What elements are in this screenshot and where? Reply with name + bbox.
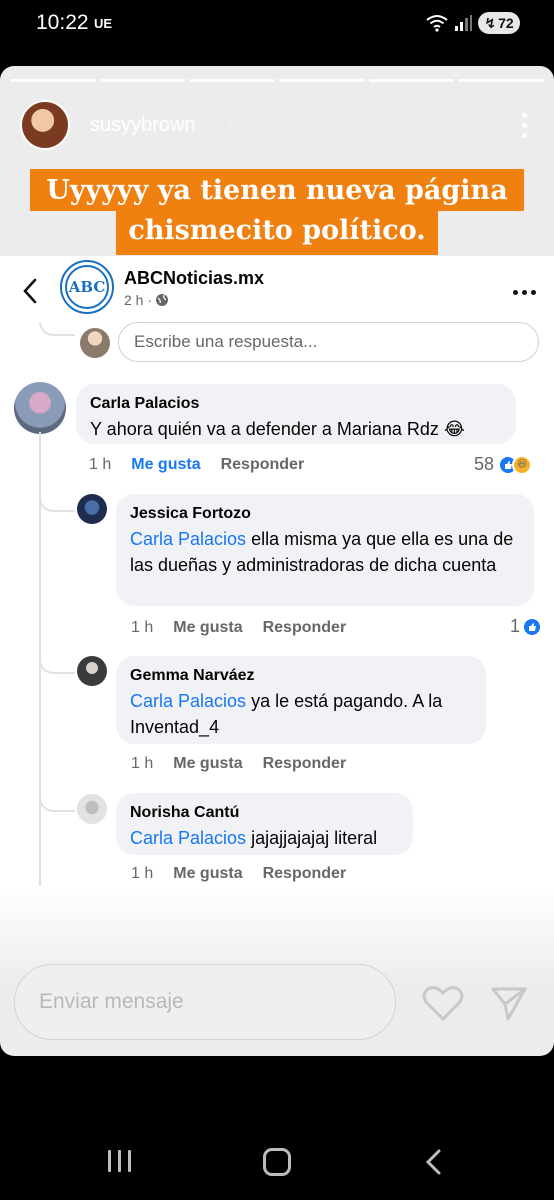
thread-line bbox=[39, 492, 41, 886]
current-user-avatar bbox=[80, 328, 110, 358]
story-username[interactable]: susyybrown bbox=[90, 114, 196, 137]
heart-icon[interactable] bbox=[422, 984, 464, 1022]
progress-segment bbox=[279, 79, 365, 82]
banner-line-2: chismecito político. bbox=[116, 211, 438, 255]
signal-icon bbox=[455, 15, 472, 31]
page-name[interactable]: ABCNoticias.mx bbox=[124, 268, 264, 289]
avatar[interactable] bbox=[77, 656, 107, 686]
like-reaction-icon bbox=[522, 616, 543, 637]
shared-screenshot: ABC ABCNoticias.mx 2 h · Escribe una res… bbox=[0, 256, 554, 892]
home-icon[interactable] bbox=[263, 1148, 291, 1176]
like-button[interactable]: Me gusta bbox=[173, 619, 242, 637]
comment-author[interactable]: Jessica Fortozo bbox=[130, 504, 520, 524]
battery-level: 72 bbox=[498, 15, 514, 31]
comment-body: jajajjajajaj literal bbox=[246, 828, 378, 848]
avatar[interactable] bbox=[77, 494, 107, 524]
progress-segment bbox=[10, 79, 96, 82]
thread-connector bbox=[39, 792, 75, 812]
charging-icon: ↯ bbox=[484, 14, 497, 31]
avatar[interactable] bbox=[77, 794, 107, 824]
avatar[interactable] bbox=[14, 382, 66, 434]
banner-line-1: Uyyyyy ya tienen nueva página bbox=[30, 169, 524, 211]
comment-author[interactable]: Norisha Cantú bbox=[130, 803, 399, 823]
comment-text: Carla Palacios ya le está pagando. A la … bbox=[130, 688, 472, 740]
comment-text: Carla Palacios jajajjajajaj literal bbox=[130, 825, 399, 851]
progress-segment bbox=[189, 79, 276, 82]
more-options-icon[interactable] bbox=[514, 112, 534, 138]
comment-time: 1 h bbox=[131, 865, 154, 882]
reply-button[interactable]: Responder bbox=[263, 865, 347, 883]
status-time: 10:22 bbox=[36, 11, 89, 34]
status-bar: 10:22 UE ↯ 72 bbox=[0, 0, 554, 50]
page-logo-text: ABC bbox=[65, 265, 109, 309]
comment-actions: 1 h Me gusta Responder bbox=[131, 865, 346, 883]
comment-bubble: Norisha Cantú Carla Palacios jajajjajaja… bbox=[116, 793, 413, 855]
story-time: 11 h bbox=[209, 113, 248, 136]
comment-bubble: Gemma Narváez Carla Palacios ya le está … bbox=[116, 656, 486, 744]
comment-actions: 1 h Me gusta Responder bbox=[131, 755, 346, 773]
post-meta: 2 h · bbox=[124, 292, 169, 308]
comment-text: Carla Palacios ella misma ya que ella es… bbox=[130, 526, 520, 578]
thread-line bbox=[39, 432, 41, 492]
reaction-count: 58 bbox=[474, 454, 495, 474]
comment-time: 1 h bbox=[89, 456, 112, 473]
system-nav-bar bbox=[0, 1120, 554, 1200]
mention-link[interactable]: Carla Palacios bbox=[130, 828, 246, 848]
message-input[interactable]: Enviar mensaje bbox=[14, 964, 396, 1040]
comment-bubble: Jessica Fortozo Carla Palacios ella mism… bbox=[116, 494, 534, 606]
comment-author[interactable]: Gemma Narváez bbox=[130, 666, 472, 686]
reply-button[interactable]: Responder bbox=[263, 755, 347, 773]
like-button[interactable]: Me gusta bbox=[131, 456, 200, 474]
reply-button[interactable]: Responder bbox=[221, 456, 305, 474]
back-icon[interactable] bbox=[422, 1148, 444, 1176]
post-time: 2 h · bbox=[124, 292, 153, 308]
wifi-icon bbox=[426, 15, 448, 32]
story-card[interactable]: susyybrown 11 h Uyyyyy ya tienen nueva p… bbox=[0, 66, 554, 1056]
comment-time: 1 h bbox=[131, 755, 154, 772]
story-header: susyybrown 11 h bbox=[20, 98, 534, 152]
thread-connector bbox=[39, 322, 75, 336]
haha-reaction-icon: 😆 bbox=[512, 454, 533, 475]
reaction-count: 1 bbox=[510, 616, 521, 636]
battery-indicator: ↯ 72 bbox=[478, 12, 520, 34]
progress-segment bbox=[99, 79, 186, 82]
chevron-left-icon[interactable] bbox=[20, 276, 40, 306]
comment-text: Y ahora quién va a defender a Mariana Rd… bbox=[90, 419, 465, 439]
story-user-avatar[interactable] bbox=[20, 100, 70, 150]
comment-time: 1 h bbox=[131, 619, 154, 636]
progress-segment bbox=[458, 79, 545, 82]
reaction-summary[interactable]: 1 bbox=[510, 616, 543, 637]
comment-bubble: Carla Palacios Y ahora quién va a defend… bbox=[76, 384, 516, 444]
story-text-banner: Uyyyyy ya tienen nueva página chismecito… bbox=[0, 169, 554, 255]
progress-segment bbox=[368, 79, 455, 82]
thread-connector bbox=[39, 492, 75, 512]
reply-row: Escribe una respuesta... bbox=[0, 322, 554, 368]
reply-button[interactable]: Responder bbox=[263, 619, 347, 637]
page-logo[interactable]: ABC bbox=[60, 260, 114, 314]
post-options-icon[interactable] bbox=[513, 290, 536, 295]
reaction-summary[interactable]: 58 😆 bbox=[474, 454, 533, 475]
like-button[interactable]: Me gusta bbox=[173, 865, 242, 883]
mention-link[interactable]: Carla Palacios bbox=[130, 691, 246, 711]
comment-author[interactable]: Carla Palacios bbox=[90, 394, 502, 414]
story-progress bbox=[10, 79, 545, 82]
mention-link[interactable]: Carla Palacios bbox=[130, 529, 246, 549]
reply-input[interactable]: Escribe una respuesta... bbox=[118, 322, 539, 362]
thread-connector bbox=[39, 654, 75, 674]
globe-icon bbox=[156, 294, 169, 306]
like-button[interactable]: Me gusta bbox=[173, 755, 242, 773]
comment-actions: 1 h Me gusta Responder bbox=[131, 619, 346, 637]
recent-apps-icon[interactable] bbox=[108, 1150, 131, 1172]
send-icon[interactable] bbox=[490, 984, 528, 1022]
status-icons: ↯ 72 bbox=[426, 12, 520, 34]
post-header: ABC ABCNoticias.mx 2 h · bbox=[0, 256, 554, 328]
comment-actions: 1 h Me gusta Responder bbox=[89, 456, 304, 474]
status-carrier: UE bbox=[94, 16, 113, 31]
